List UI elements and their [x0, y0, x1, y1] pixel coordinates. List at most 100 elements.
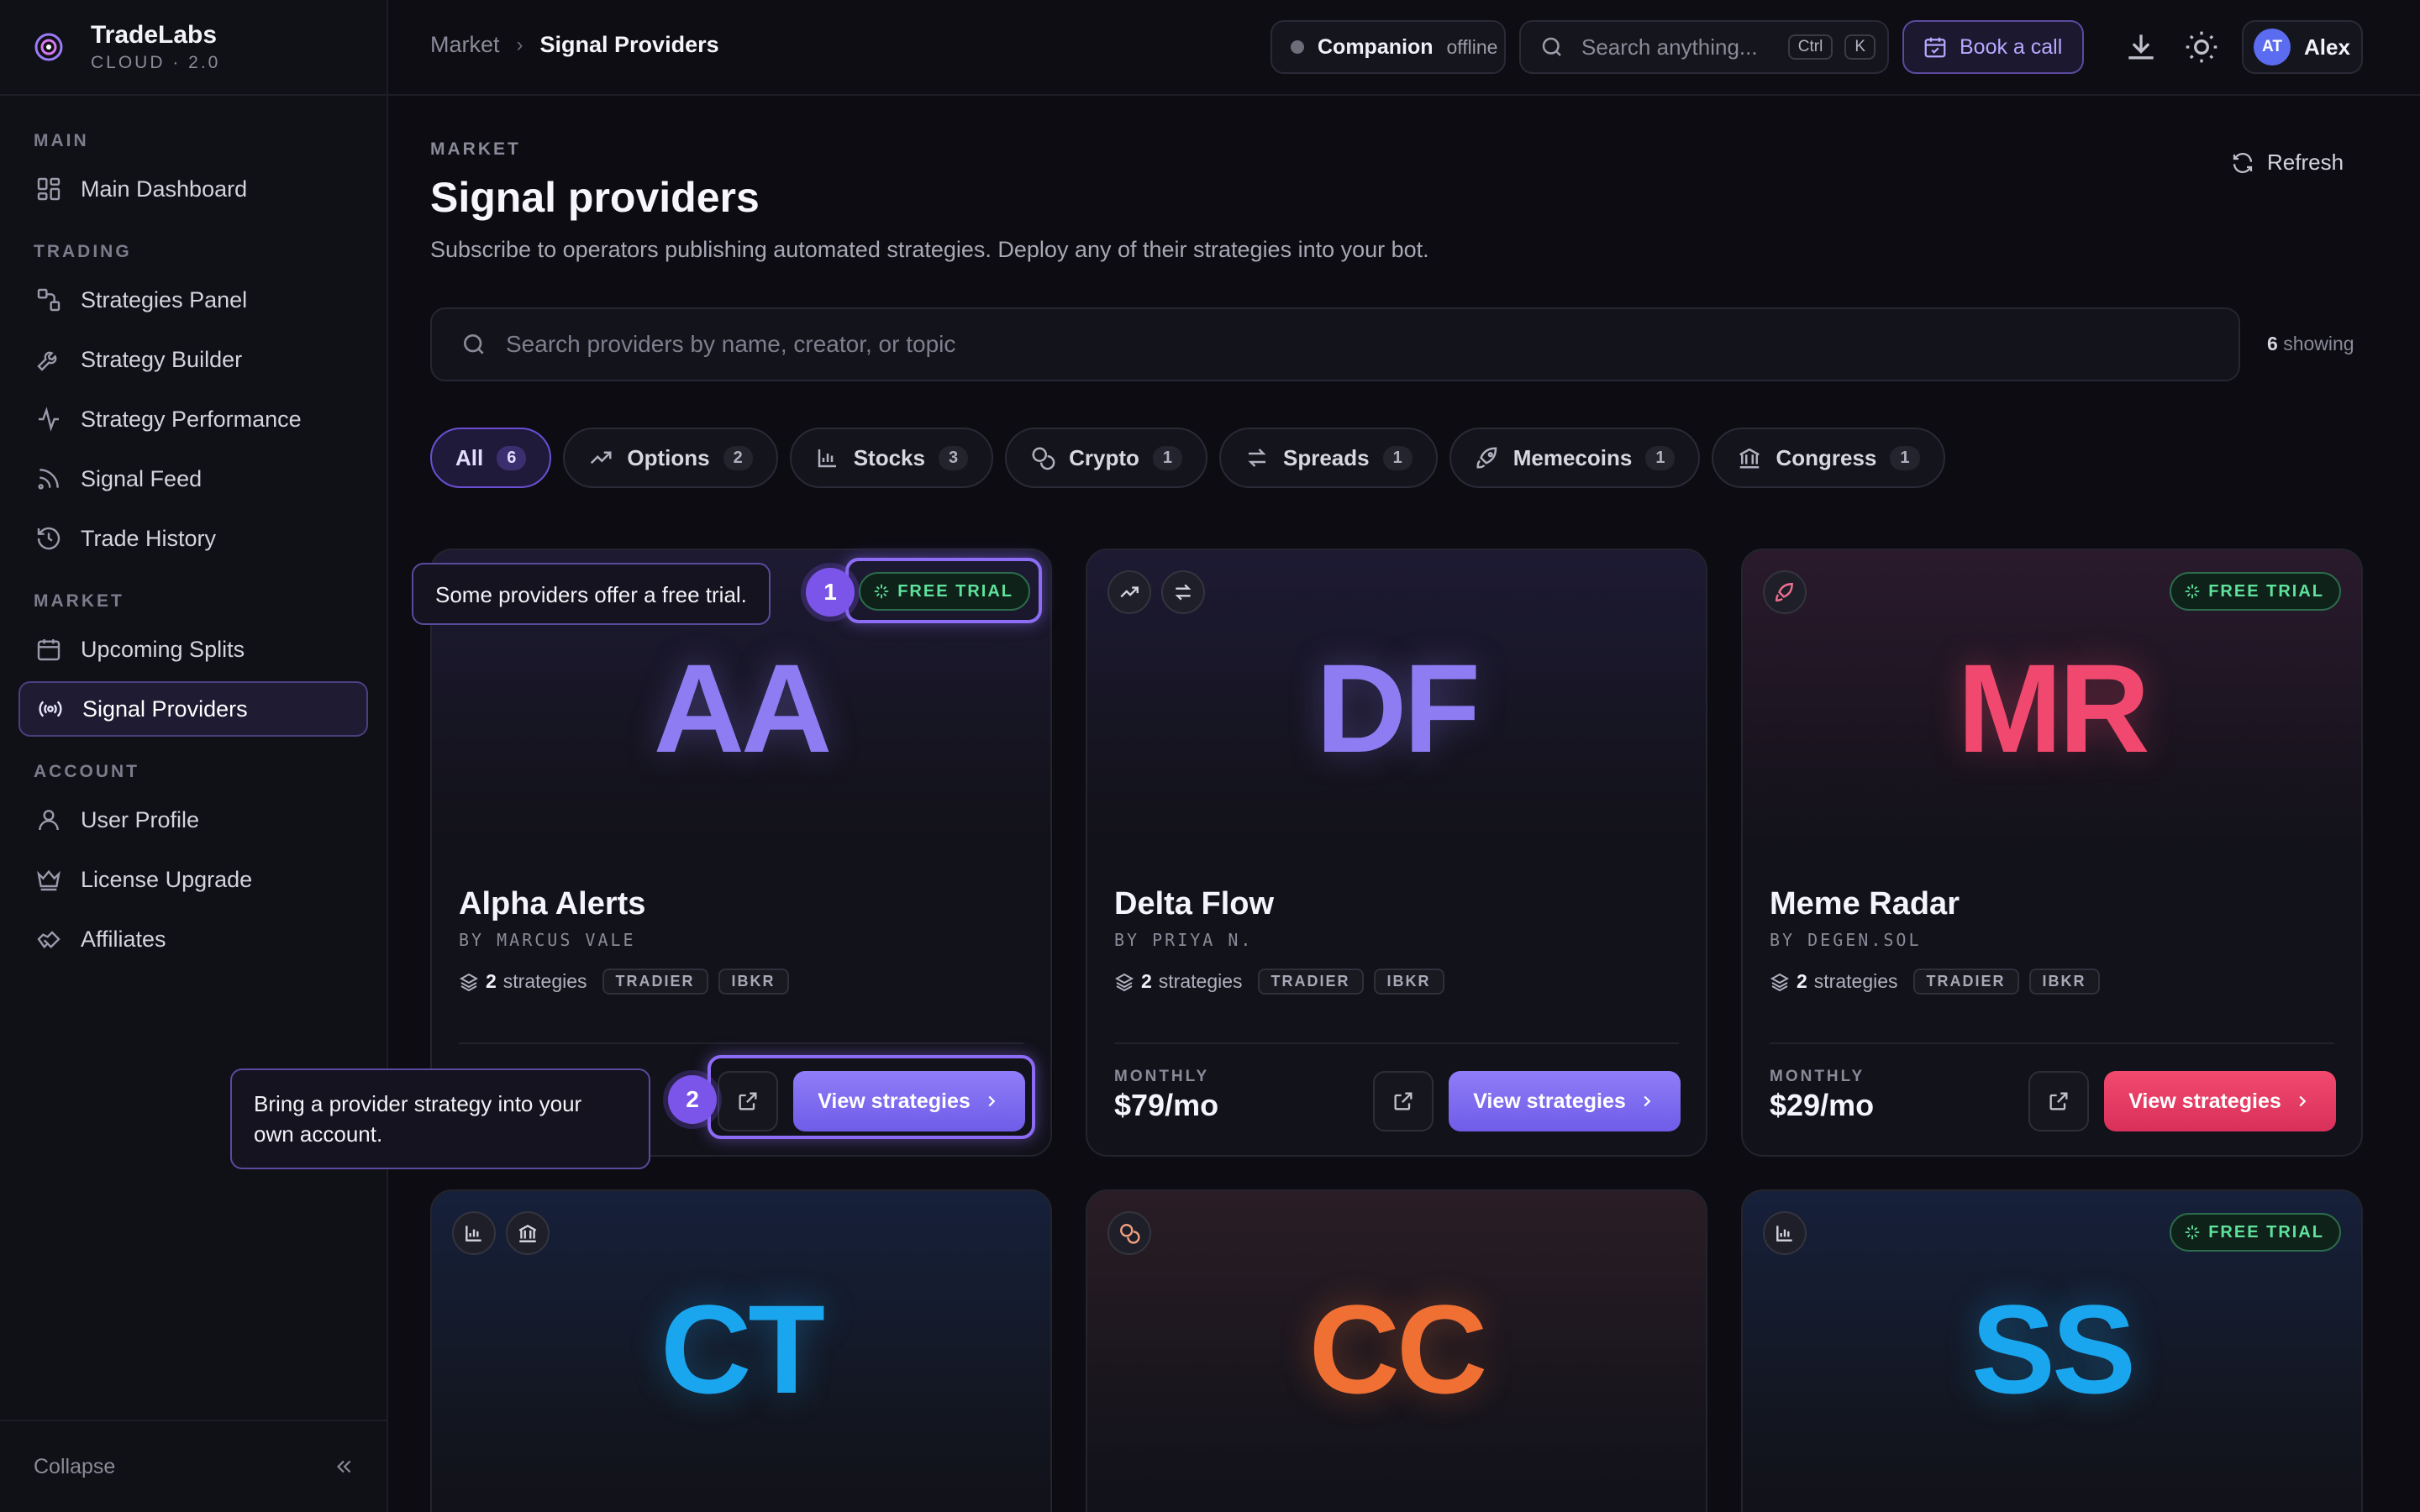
- sidebar-item-label: Strategies Panel: [81, 286, 248, 312]
- sidebar-item-upcoming-splits[interactable]: Upcoming Splits: [18, 622, 368, 677]
- broadcast-icon: [39, 701, 62, 717]
- theme-toggle-icon[interactable]: [2183, 29, 2220, 66]
- category-filters: All 6 Options 2 Stocks 3 Crypto 1 Spread…: [430, 428, 1957, 488]
- view-strategies-button[interactable]: View strategies: [1449, 1071, 1681, 1131]
- strategy-count-label: strategies: [1158, 970, 1243, 992]
- provider-card-delta-flow[interactable]: DF Delta Flow BY PRIYA N. 2 strategies T…: [1086, 549, 1707, 1157]
- page-title: Signal providers: [430, 174, 760, 221]
- topbar: Market › Signal Providers Companion offl…: [388, 0, 2420, 96]
- filter-count: 1: [1152, 445, 1182, 470]
- filter-count: 2: [723, 445, 753, 470]
- filter-all[interactable]: All 6: [430, 428, 552, 488]
- view-strategies-button[interactable]: View strategies: [2104, 1071, 2336, 1131]
- sidebar-item-license-upgrade[interactable]: License Upgrade: [18, 852, 368, 907]
- provider-initials: AA: [653, 638, 833, 779]
- bar-chart-icon: [452, 1211, 496, 1255]
- sidebar-item-main-dashboard[interactable]: Main Dashboard: [18, 161, 368, 217]
- sidebar-item-strategy-builder[interactable]: Strategy Builder: [18, 332, 368, 387]
- provider-meta: 2 strategies TRADIER IBKR: [1770, 969, 2100, 995]
- refresh-icon: [2233, 152, 2253, 173]
- sidebar: TradeLabs CLOUD · 2.0 MAIN Main Dashboar…: [0, 0, 388, 1512]
- coins-icon: [1107, 1211, 1151, 1255]
- book-call-button[interactable]: Book a call: [1902, 20, 2084, 74]
- calendar-icon: [37, 639, 60, 661]
- filter-spreads[interactable]: Spreads 1: [1219, 428, 1438, 488]
- user-name: Alex: [2304, 34, 2350, 60]
- category-icons: [1763, 1211, 1817, 1255]
- provider-initials: MR: [1957, 638, 2149, 779]
- nav-section-trading: TRADING: [34, 242, 132, 261]
- nav-section-main: MAIN: [34, 131, 89, 150]
- filter-stocks[interactable]: Stocks 3: [789, 428, 994, 488]
- filter-crypto[interactable]: Crypto 1: [1005, 428, 1207, 488]
- main-content: MARKET Signal providers Subscribe to ope…: [388, 97, 2420, 1512]
- nav-section-market: MARKET: [34, 591, 124, 611]
- tour-step-1[interactable]: 1: [806, 568, 855, 617]
- filter-memecoins[interactable]: Memecoins 1: [1449, 428, 1701, 488]
- refresh-button[interactable]: Refresh: [2230, 150, 2344, 176]
- provider-creator: BY MARCUS VALE: [459, 930, 636, 950]
- kbd-ctrl: Ctrl: [1787, 34, 1833, 60]
- companion-status[interactable]: Companion offline: [1270, 20, 1506, 74]
- provider-meta: 2 strategies TRADIER IBKR: [1114, 969, 1444, 995]
- chevron-right-icon: ›: [516, 33, 523, 56]
- strategy-count-label: strategies: [502, 970, 587, 992]
- filter-options[interactable]: Options 2: [563, 428, 778, 488]
- external-link-icon: [2049, 1092, 2068, 1110]
- sidebar-item-affiliates[interactable]: Affiliates: [18, 911, 368, 967]
- avatar: AT: [2254, 29, 2291, 66]
- strategies-icon: [37, 288, 60, 312]
- sidebar-item-user-profile[interactable]: User Profile: [18, 792, 368, 848]
- results-count-number: 6: [2267, 333, 2278, 354]
- broker-badge: TRADIER: [1257, 969, 1364, 995]
- strategy-count: 2: [1141, 970, 1152, 992]
- arrows-icon: [1248, 449, 1266, 467]
- breadcrumb-market[interactable]: Market: [430, 32, 500, 58]
- filter-count: 6: [497, 445, 527, 470]
- brand[interactable]: TradeLabs CLOUD · 2.0: [0, 0, 387, 96]
- sidebar-item-trade-history[interactable]: Trade History: [18, 511, 368, 566]
- user-menu[interactable]: AT Alex: [2242, 20, 2363, 74]
- view-strategies-label: View strategies: [2128, 1089, 2281, 1113]
- companion-name: Companion: [1318, 34, 1434, 59]
- sidebar-item-strategy-performance[interactable]: Strategy Performance: [18, 391, 368, 447]
- view-strategies-label: View strategies: [1473, 1089, 1626, 1113]
- provider-initials: CC: [1308, 1278, 1488, 1420]
- nav-section-account: ACCOUNT: [34, 762, 139, 781]
- brand-name: TradeLabs: [91, 21, 218, 49]
- provider-card-cc[interactable]: CC: [1086, 1189, 1707, 1512]
- chevron-right-icon: [1644, 1095, 1651, 1107]
- filter-congress[interactable]: Congress 1: [1712, 428, 1945, 488]
- chevrons-left-icon: [336, 1460, 351, 1473]
- open-external-button[interactable]: [1373, 1071, 1434, 1131]
- filter-label: Options: [627, 444, 710, 470]
- global-search[interactable]: Search anything... Ctrl K: [1519, 20, 1889, 74]
- filter-label: Spreads: [1283, 444, 1370, 470]
- results-count-label: showing: [2283, 333, 2354, 354]
- sidebar-item-strategies-panel[interactable]: Strategies Panel: [18, 272, 368, 328]
- history-icon: [37, 527, 60, 550]
- card-divider: [459, 1042, 1023, 1044]
- broker-badge: TRADIER: [602, 969, 708, 995]
- provider-card-ss[interactable]: FREE TRIAL SS: [1741, 1189, 2363, 1512]
- provider-card-ct[interactable]: CT: [430, 1189, 1052, 1512]
- strategy-count-label: strategies: [1813, 970, 1898, 992]
- free-trial-badge: FREE TRIAL: [2170, 1213, 2341, 1252]
- provider-initials: CT: [660, 1278, 825, 1420]
- sidebar-item-signal-providers[interactable]: Signal Providers: [18, 681, 368, 737]
- sidebar-item-label: Trade History: [81, 525, 217, 551]
- tour-step-2[interactable]: 2: [668, 1075, 717, 1124]
- provider-name: Alpha Alerts: [459, 886, 646, 921]
- provider-card-meme-radar[interactable]: FREE TRIAL MR Meme Radar BY DEGEN.SOL 2 …: [1741, 549, 2363, 1157]
- status-dot-icon: [1291, 40, 1304, 54]
- sidebar-item-signal-feed[interactable]: Signal Feed: [18, 451, 368, 507]
- pulse-icon: [39, 407, 59, 432]
- download-icon[interactable]: [2123, 29, 2160, 66]
- provider-search-input[interactable]: Search providers by name, creator, or to…: [430, 307, 2240, 381]
- collapse-button[interactable]: Collapse: [0, 1420, 388, 1512]
- sidebar-item-label: License Upgrade: [81, 866, 253, 892]
- sidebar-item-label: Signal Feed: [81, 465, 203, 491]
- open-external-button[interactable]: [2028, 1071, 2089, 1131]
- filter-label: Congress: [1776, 444, 1877, 470]
- layers-icon: [1770, 973, 1790, 991]
